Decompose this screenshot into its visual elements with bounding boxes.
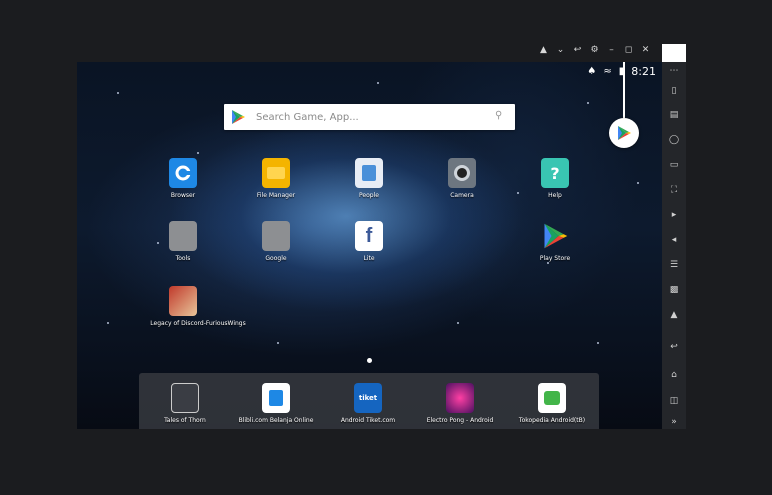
window-controls: ▲ ⌄ ↩ ⚙ – ◻ ✕ — [538, 42, 651, 58]
app-label: Tales of Thorn — [164, 417, 206, 424]
app-label: File Manager — [256, 192, 296, 199]
app-help[interactable]: ? Help — [520, 158, 590, 199]
walk-icon: ♠ — [587, 65, 597, 77]
location-icon[interactable]: ◯ — [662, 133, 686, 147]
sidebar-header — [662, 44, 686, 62]
facebook-icon: f — [355, 221, 383, 251]
tokopedia-icon — [538, 383, 566, 413]
shirt-icon[interactable]: ▲ — [538, 45, 549, 56]
recent-icon[interactable]: ◫ — [662, 394, 686, 408]
app-camera[interactable]: Camera — [427, 158, 497, 199]
page-indicator — [367, 358, 372, 363]
close-icon[interactable]: ✕ — [640, 45, 651, 56]
app-label: Google — [265, 255, 287, 262]
screen-icon[interactable]: ▭ — [662, 158, 686, 172]
app-label: Android Tiket.com — [340, 417, 396, 424]
home-icon[interactable]: ⌂ — [662, 368, 686, 382]
clean-icon[interactable]: ☰ — [662, 258, 686, 272]
tiket-icon: tiket — [354, 383, 382, 413]
dock-app-tales-of-thorn[interactable]: Tales of Thorn — [150, 383, 220, 424]
emulator-window: ▲ ⌄ ↩ ⚙ – ◻ ✕ ♠ ≈ ▮ 8:21 Search Game, Ap… — [0, 0, 772, 495]
app-people[interactable]: People — [334, 158, 404, 199]
play-store-icon — [618, 126, 631, 140]
floating-play-button[interactable] — [609, 118, 639, 148]
game-icon — [171, 383, 199, 413]
search-icon[interactable]: ⚲ — [495, 110, 509, 124]
app-label: Camera — [450, 192, 474, 199]
browser-icon — [169, 158, 197, 188]
apk-icon[interactable]: ▤ — [662, 108, 686, 122]
google-folder-icon — [262, 221, 290, 251]
volume-up-icon[interactable]: ▸ — [662, 208, 686, 222]
bubble-connector — [623, 62, 625, 118]
play-store-icon — [544, 223, 568, 249]
app-label: Legacy of Discord-FuriousWings — [150, 320, 246, 327]
chevron-down-icon[interactable]: ⌄ — [555, 45, 566, 56]
dock-app-electro-pong[interactable]: Electro Pong - Android — [425, 383, 495, 424]
android-screen: ♠ ≈ ▮ 8:21 Search Game, App... ⚲ Browser… — [77, 62, 662, 429]
contacts-icon — [355, 158, 383, 188]
back-nav-icon[interactable]: ↩ — [662, 340, 686, 354]
app-play-store[interactable]: Play Store — [520, 221, 590, 262]
app-facebook-lite[interactable]: f Lite — [334, 221, 404, 262]
app-label: People — [359, 192, 379, 199]
dock-app-tokopedia[interactable]: Tokopedia Android(tB) — [517, 383, 587, 424]
expand-icon[interactable]: » — [662, 415, 686, 429]
gear-icon[interactable]: ⚙ — [589, 45, 600, 56]
back-icon[interactable]: ↩ — [572, 45, 583, 56]
app-google-folder[interactable]: Google — [241, 221, 311, 262]
dock-app-tiket[interactable]: tiket Android Tiket.com — [333, 383, 403, 424]
folder-icon — [262, 158, 290, 188]
app-label: Browser — [170, 192, 196, 199]
play-store-icon — [232, 110, 245, 124]
app-file-manager[interactable]: File Manager — [241, 158, 311, 199]
game-icon — [446, 383, 474, 413]
shake-icon[interactable]: ▯ — [662, 84, 686, 98]
maximize-icon[interactable]: ◻ — [623, 45, 634, 56]
app-browser[interactable]: Browser — [148, 158, 218, 199]
app-legacy-of-discord[interactable]: Legacy of Discord-FuriousWings — [148, 286, 246, 327]
app-tools-folder[interactable]: Tools — [148, 221, 218, 262]
search-bar[interactable]: Search Game, App... ⚲ — [224, 104, 515, 130]
screenshot-icon[interactable]: ▩ — [662, 283, 686, 297]
app-label: Lite — [363, 255, 375, 262]
wifi-icon: ≈ — [603, 65, 612, 77]
emulator-sidebar: ⋯ ▯ ▤ ◯ ▭ ⛶ ▸ ◂ ☰ ▩ ▲ ↩ ⌂ ◫ » — [662, 44, 686, 429]
minimize-icon[interactable]: – — [606, 45, 617, 56]
app-label: Tokopedia Android(tB) — [518, 417, 586, 424]
share-icon[interactable]: ▲ — [662, 308, 686, 322]
tools-folder-icon — [169, 221, 197, 251]
app-label: Tools — [175, 255, 191, 262]
clock: 8:21 — [631, 64, 656, 78]
app-label: Blibli.com Belanja Online — [238, 417, 314, 424]
dock-app-blibli[interactable]: Blibli.com Belanja Online — [238, 383, 314, 424]
volume-down-icon[interactable]: ◂ — [662, 233, 686, 247]
app-label: Play Store — [539, 255, 571, 262]
app-label: Electro Pong - Android — [426, 417, 494, 424]
blibli-icon — [262, 383, 290, 413]
game-icon — [169, 286, 197, 316]
more-icon[interactable]: ⋯ — [662, 64, 686, 78]
app-label: Help — [548, 192, 562, 199]
app-dock: Tales of Thorn Blibli.com Belanja Online… — [139, 373, 599, 429]
camera-icon — [448, 158, 476, 188]
help-icon: ? — [541, 158, 569, 188]
fullscreen-icon[interactable]: ⛶ — [662, 183, 686, 197]
search-input[interactable]: Search Game, App... — [256, 112, 495, 123]
status-bar: ♠ ≈ ▮ 8:21 — [587, 64, 656, 78]
